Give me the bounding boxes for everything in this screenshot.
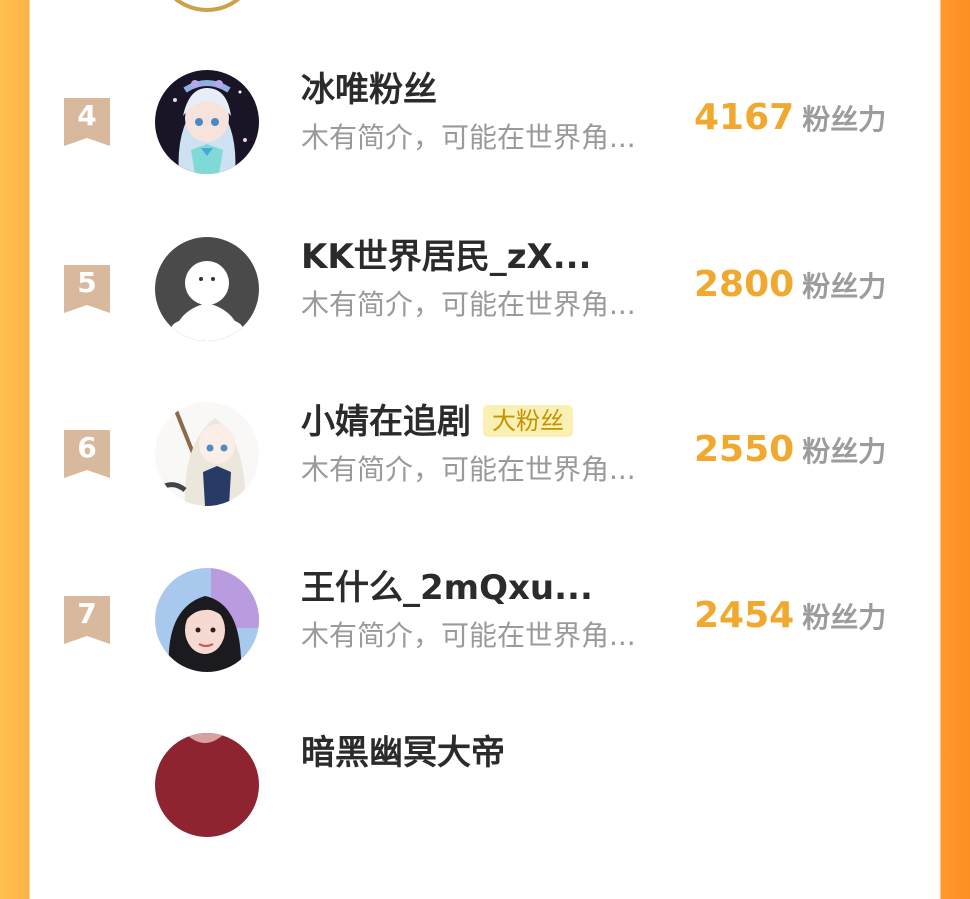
fan-power-score: 2454 粉丝力 xyxy=(694,591,886,647)
rank-number: 5 xyxy=(77,266,97,299)
user-name[interactable]: 暗黑幽冥大帝 xyxy=(301,733,505,773)
score-unit: 粉丝力 xyxy=(802,103,887,136)
list-item[interactable]: 5 KK世界居民_zX... 木有简介，可能在世界角... 2800 粉丝力 xyxy=(31,237,940,403)
user-name[interactable]: 小婧在追剧 大粉丝 xyxy=(301,402,573,442)
score-value: 2800 xyxy=(694,264,795,305)
rank-badge: 4 xyxy=(64,98,110,146)
user-name[interactable]: 王什么_2mQxu... xyxy=(301,568,593,608)
rank-number: 6 xyxy=(77,431,97,464)
rank-badge: 6 xyxy=(64,430,110,478)
default-user-avatar-icon[interactable] xyxy=(155,237,259,341)
list-item[interactable]: 4 冰唯粉丝 木有简介，可能在世界角... 4167 粉丝力 xyxy=(31,70,940,236)
score-value: 4167 xyxy=(694,97,795,138)
fan-ranking-list: 4 冰唯粉丝 木有简介，可能在世界角... 4167 粉丝力 5 KK世界居民_… xyxy=(31,0,940,837)
user-bio: 木有简介，可能在世界角... xyxy=(301,121,636,154)
list-item[interactable]: 暗黑幽冥大帝 xyxy=(31,733,940,899)
previous-row-avatar[interactable] xyxy=(155,0,259,12)
score-value: 2550 xyxy=(694,429,795,470)
user-name[interactable]: 冰唯粉丝 xyxy=(301,70,437,110)
rank-badge: 7 xyxy=(64,596,110,644)
user-bio: 木有简介，可能在世界角... xyxy=(301,288,636,321)
score-unit: 粉丝力 xyxy=(802,435,887,468)
list-item[interactable]: 7 王什么_2mQxu... 木有简介，可能在世界角... 2454 粉丝力 xyxy=(31,568,940,734)
rank-number: 4 xyxy=(77,99,97,132)
fan-power-score: 4167 粉丝力 xyxy=(694,93,886,149)
user-bio: 木有简介，可能在世界角... xyxy=(301,453,636,486)
anime-girl-avatar-icon[interactable] xyxy=(155,70,259,174)
rank-number: 7 xyxy=(77,597,97,630)
rank-badge: 5 xyxy=(64,265,110,313)
fan-power-score: 2800 粉丝力 xyxy=(694,260,886,316)
photo-avatar-icon[interactable] xyxy=(155,733,259,837)
score-unit: 粉丝力 xyxy=(802,601,887,634)
score-unit: 粉丝力 xyxy=(802,270,887,303)
anime-girl-avatar-icon[interactable] xyxy=(155,402,259,506)
score-value: 2454 xyxy=(694,595,795,636)
photo-avatar-icon[interactable] xyxy=(155,568,259,672)
list-item[interactable]: 6 小婧在追剧 大粉丝 木有简介，可能在世界角... 2550 粉丝力 xyxy=(31,402,940,568)
user-name[interactable]: KK世界居民_zX... xyxy=(301,237,591,277)
big-fan-badge: 大粉丝 xyxy=(483,404,573,437)
user-bio: 木有简介，可能在世界角... xyxy=(301,619,636,652)
fan-power-score: 2550 粉丝力 xyxy=(694,425,886,481)
